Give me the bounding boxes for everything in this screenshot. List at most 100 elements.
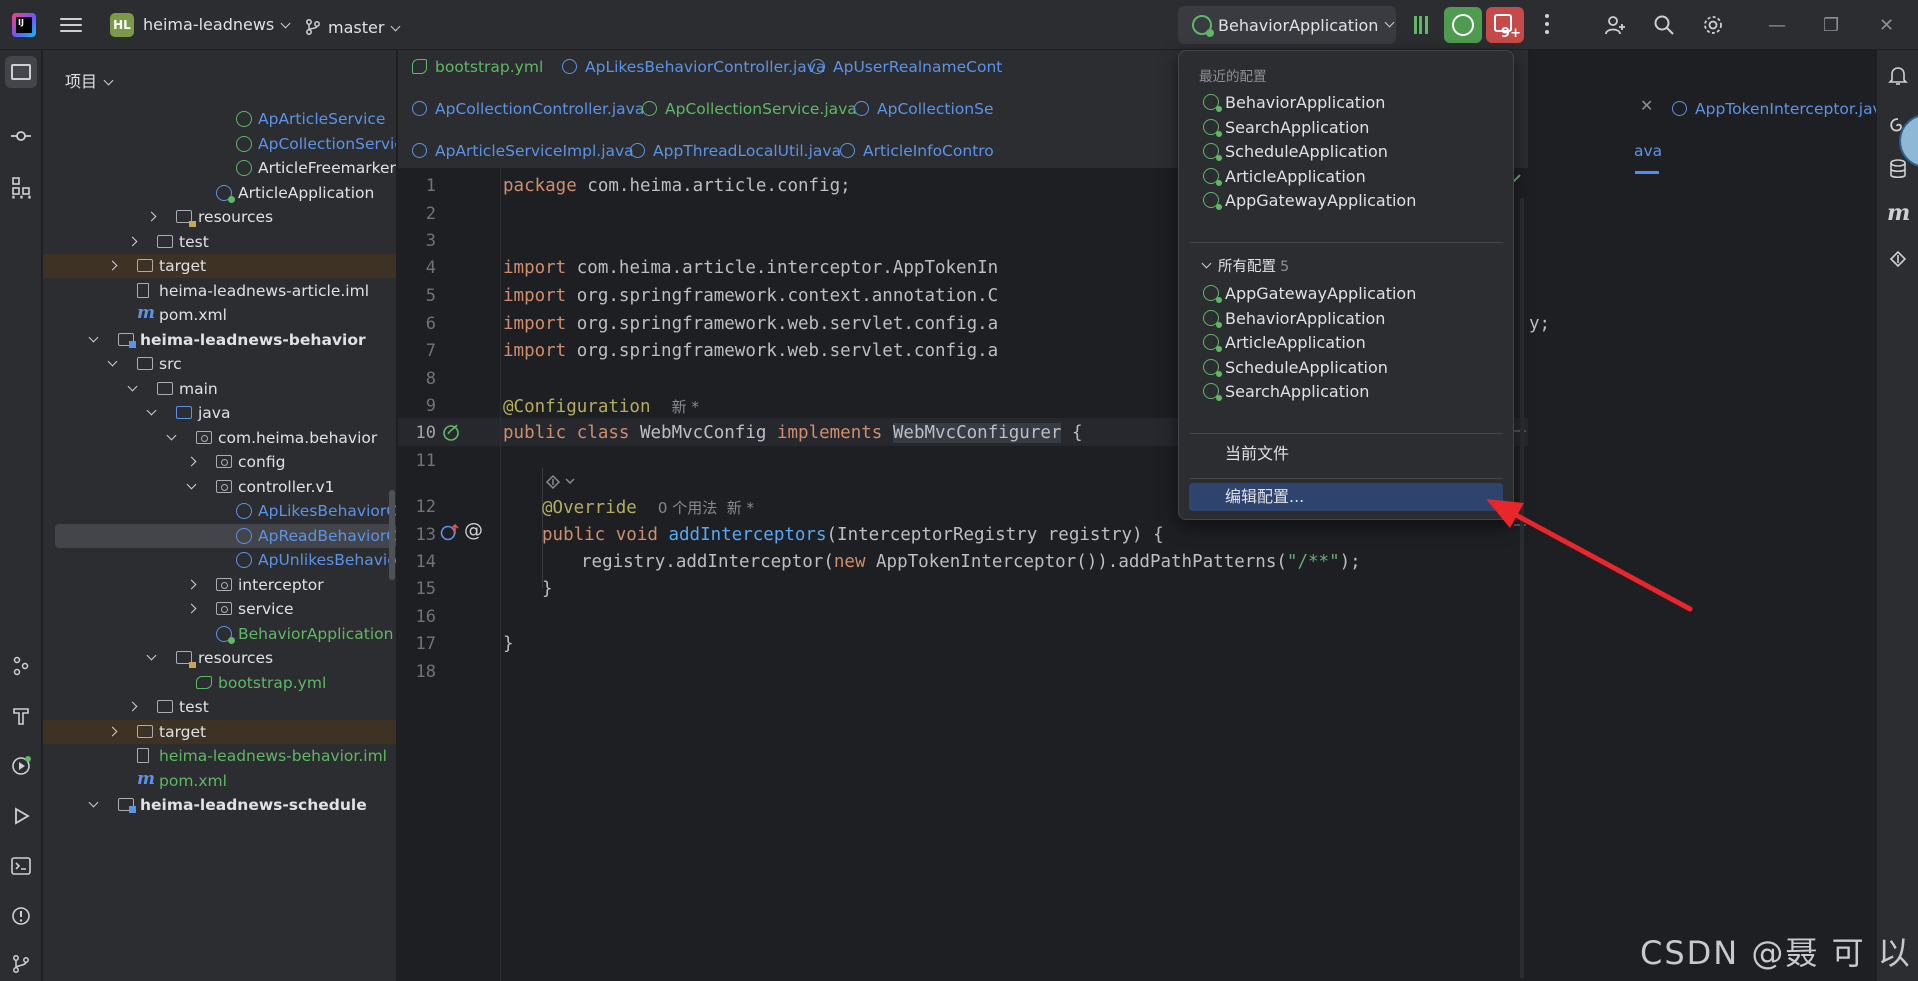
tree-item[interactable]: ApLikesBehaviorControll bbox=[43, 499, 396, 523]
terminal-icon[interactable] bbox=[11, 856, 31, 876]
inlay-actions-icon[interactable] bbox=[544, 473, 580, 491]
tree-item[interactable]: m pom.xml bbox=[43, 303, 396, 327]
tree-item[interactable]: target bbox=[43, 719, 396, 744]
spring-bean-gutter-icon[interactable] bbox=[442, 422, 462, 442]
tree-item[interactable]: ApReadBehaviorControll bbox=[55, 523, 396, 548]
run-config-item[interactable]: SearchApplication bbox=[1189, 378, 1503, 406]
tab-apptokeninterceptor[interactable]: AppTokenInterceptor.java bbox=[1672, 96, 1891, 136]
chevron-down-icon[interactable] bbox=[146, 405, 157, 416]
tree-item[interactable]: config bbox=[43, 450, 396, 474]
current-file-item[interactable]: 当前文件 bbox=[1189, 440, 1503, 468]
project-badge[interactable]: HL bbox=[110, 13, 134, 37]
run-config-item[interactable]: AppGatewayApplication bbox=[1189, 187, 1503, 215]
minimize-icon[interactable]: — bbox=[1768, 15, 1786, 36]
chevron-right-icon[interactable] bbox=[107, 260, 118, 271]
maximize-icon[interactable]: ❐ bbox=[1823, 15, 1839, 36]
tree-item[interactable]: ApArticleService bbox=[43, 107, 396, 131]
editor-tab[interactable]: ApCollectionSe bbox=[854, 96, 994, 136]
chevron-down-icon[interactable] bbox=[146, 650, 157, 661]
settings-gear-icon[interactable] bbox=[1701, 13, 1725, 37]
editor-tab[interactable]: ApCollectionService.java bbox=[642, 96, 857, 136]
stop-button[interactable]: 9+ bbox=[1486, 7, 1524, 43]
notifications-bell-icon[interactable] bbox=[1887, 64, 1909, 86]
tree-item[interactable]: ArticleApplication bbox=[43, 181, 396, 205]
more-tools-icon[interactable]: ··· bbox=[10, 186, 33, 211]
tree-item[interactable]: heima-leadnews-article.iml bbox=[43, 279, 396, 303]
editor-scrollbar[interactable] bbox=[1520, 198, 1524, 978]
rerun-button[interactable] bbox=[1444, 7, 1482, 43]
close-icon[interactable]: ✕ bbox=[1879, 15, 1894, 36]
run-config-item[interactable]: BehaviorApplication bbox=[1189, 89, 1503, 117]
tree-item[interactable]: com.heima.behavior bbox=[43, 426, 396, 450]
chevron-right-icon[interactable] bbox=[146, 211, 157, 222]
chevron-right-icon[interactable] bbox=[127, 701, 138, 712]
maven-icon[interactable]: m bbox=[1887, 200, 1910, 226]
tree-item[interactable]: resources bbox=[43, 646, 396, 670]
tree-item[interactable]: heima-leadnews-behavior bbox=[43, 328, 396, 352]
tree-item[interactable]: m pom.xml bbox=[43, 769, 396, 793]
tree-item[interactable]: service bbox=[43, 597, 396, 621]
chevron-right-icon[interactable] bbox=[186, 603, 197, 614]
tree-item[interactable]: controller.v1 bbox=[43, 475, 396, 499]
chevron-down-icon[interactable] bbox=[88, 797, 99, 808]
build-hammer-icon[interactable] bbox=[11, 706, 31, 726]
run-config-label: ArticleApplication bbox=[1225, 166, 1366, 186]
tree-item[interactable]: test bbox=[43, 695, 396, 719]
pause-icon[interactable] bbox=[1414, 16, 1428, 34]
run-icon[interactable] bbox=[11, 806, 31, 826]
tree-item[interactable]: heima-leadnews-behavior.iml bbox=[43, 744, 396, 768]
chevron-right-icon[interactable] bbox=[186, 456, 197, 467]
gradle-icon[interactable] bbox=[1887, 248, 1909, 270]
project-selector[interactable]: heima-leadnews bbox=[143, 15, 291, 34]
chevron-down-icon[interactable] bbox=[127, 381, 138, 391]
git-icon[interactable] bbox=[11, 954, 31, 974]
chevron-right-icon[interactable] bbox=[186, 579, 197, 589]
run-config-item[interactable]: AppGatewayApplication bbox=[1189, 280, 1503, 308]
tree-item[interactable]: ApUnlikesBehaviorContr bbox=[43, 548, 396, 572]
services-icon[interactable] bbox=[11, 656, 31, 676]
editor-tab[interactable]: ApCollectionController.java bbox=[412, 96, 644, 136]
at-gutter-icon[interactable]: @ bbox=[464, 519, 483, 541]
run-configuration-selector[interactable]: BehaviorApplication bbox=[1178, 6, 1396, 44]
tree-item[interactable]: ArticleFreemarkerService bbox=[43, 156, 396, 180]
chevron-down-icon[interactable] bbox=[107, 356, 118, 367]
override-gutter-icon[interactable] bbox=[440, 522, 462, 542]
editor-tab[interactable]: bootstrap.yml bbox=[412, 54, 543, 94]
tree-item[interactable]: java bbox=[43, 401, 396, 425]
chevron-down-icon[interactable] bbox=[166, 430, 177, 440]
run-config-item[interactable]: ScheduleApplication bbox=[1189, 138, 1503, 166]
search-icon[interactable] bbox=[1652, 13, 1676, 37]
project-folder-icon[interactable] bbox=[11, 64, 31, 80]
chevron-right-icon[interactable] bbox=[127, 236, 138, 246]
database-icon[interactable] bbox=[1887, 158, 1909, 180]
main-menu-icon[interactable] bbox=[60, 14, 82, 36]
add-user-icon[interactable] bbox=[1603, 13, 1627, 37]
tree-item[interactable]: resources bbox=[43, 205, 396, 229]
all-configs-group[interactable]: 所有配置 5 bbox=[1201, 255, 1289, 276]
editor-tab[interactable]: ApLikesBehaviorController.java bbox=[562, 54, 825, 94]
tree-scrollbar[interactable] bbox=[389, 490, 395, 580]
edit-configurations-item[interactable]: 编辑配置... bbox=[1189, 483, 1503, 511]
branch-selector[interactable]: master bbox=[304, 15, 401, 37]
tree-item[interactable]: src bbox=[43, 352, 396, 376]
problems-icon[interactable] bbox=[11, 906, 31, 926]
run-config-item[interactable]: ArticleApplication bbox=[1189, 329, 1503, 357]
tree-item[interactable]: ApCollectionService bbox=[43, 132, 396, 156]
tree-item[interactable]: BehaviorApplication bbox=[43, 622, 396, 646]
tree-item[interactable]: test bbox=[43, 230, 396, 254]
tree-item[interactable]: target bbox=[43, 254, 396, 278]
spring-app-icon bbox=[216, 184, 235, 203]
tree-item[interactable]: main bbox=[43, 377, 396, 401]
chevron-right-icon[interactable] bbox=[107, 726, 118, 736]
project-panel-title[interactable]: 项目 bbox=[65, 68, 114, 92]
editor-tab[interactable]: ApUserRealnameCont bbox=[810, 54, 1002, 94]
chevron-down-icon[interactable] bbox=[88, 332, 99, 342]
more-actions-icon[interactable] bbox=[1545, 14, 1549, 38]
debug-run-icon[interactable] bbox=[11, 756, 31, 776]
close-tab-icon[interactable]: ✕ bbox=[1640, 96, 1653, 115]
tree-item[interactable]: bootstrap.yml bbox=[43, 671, 396, 695]
chevron-down-icon[interactable] bbox=[186, 479, 197, 489]
tree-item[interactable]: heima-leadnews-schedule bbox=[43, 793, 396, 817]
commit-icon[interactable] bbox=[11, 126, 31, 146]
tree-item[interactable]: interceptor bbox=[43, 573, 396, 597]
